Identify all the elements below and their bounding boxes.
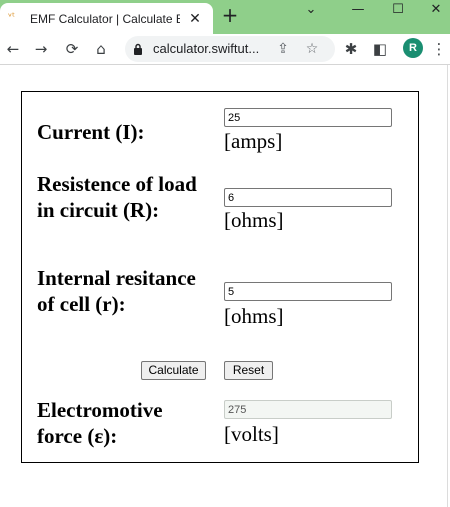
load-resistance-label: Resistence of load in circuit (R): [37,172,197,222]
swiftutors-favicon-icon: ᵛᵗ [8,12,16,23]
emf-unit: [volts] [224,422,279,446]
home-icon[interactable]: ⌂ [90,38,112,60]
share-icon[interactable]: ⇪ [272,38,294,60]
internal-resistance-label: Internal resitance of cell (r): [37,266,196,316]
avatar[interactable]: R [403,38,423,58]
tab-title: EMF Calculator | Calculate Ele [30,12,180,26]
browser-toolbar: ← → ⟳ ⌂ calculator.swiftut... ⇪ ☆ ✱ ◧ ⋮ [0,34,450,64]
calculate-button[interactable]: Calculate [141,361,206,380]
chevron-down-icon[interactable]: ⌄ [296,0,326,24]
bookmark-star-icon[interactable]: ☆ [301,38,323,60]
minimize-icon[interactable]: — [343,0,373,24]
reload-icon[interactable]: ⟳ [61,38,83,60]
emf-label: Electromotive force (ε): [37,398,163,448]
toolbar-divider [0,64,450,65]
internal-resistance-input[interactable] [224,282,392,301]
page-scroll-edge [447,65,448,507]
load-resistance-input[interactable] [224,188,392,207]
back-icon[interactable]: ← [2,38,24,60]
plus-icon[interactable]: + [219,5,241,27]
emf-calculator-form: Current (I): [amps] Resistence of load i… [21,91,419,463]
side-panel-icon[interactable]: ◧ [369,38,391,60]
extensions-icon[interactable]: ✱ [340,38,362,60]
address-bar[interactable]: calculator.swiftut... ⇪ ☆ [125,36,335,62]
emf-output [224,400,392,419]
forward-icon[interactable]: → [30,38,52,60]
close-icon[interactable]: ✕ [421,0,450,24]
current-unit: [amps] [224,129,283,153]
current-input[interactable] [224,108,392,127]
load-resistance-unit: [ohms] [224,208,284,232]
internal-resistance-unit: [ohms] [224,304,284,328]
url-text: calculator.swiftut... [153,41,260,56]
current-label: Current (I): [37,120,145,144]
close-icon[interactable]: ✕ [186,10,204,28]
browser-tab[interactable]: ᵛᵗ EMF Calculator | Calculate Ele ✕ [0,3,213,34]
tab-strip: ᵛᵗ EMF Calculator | Calculate Ele ✕ + ⌄ … [0,0,450,34]
lock-icon [134,43,142,55]
maximize-icon[interactable]: ☐ [383,0,413,24]
menu-icon[interactable]: ⋮ [428,38,450,60]
reset-button[interactable]: Reset [224,361,273,380]
